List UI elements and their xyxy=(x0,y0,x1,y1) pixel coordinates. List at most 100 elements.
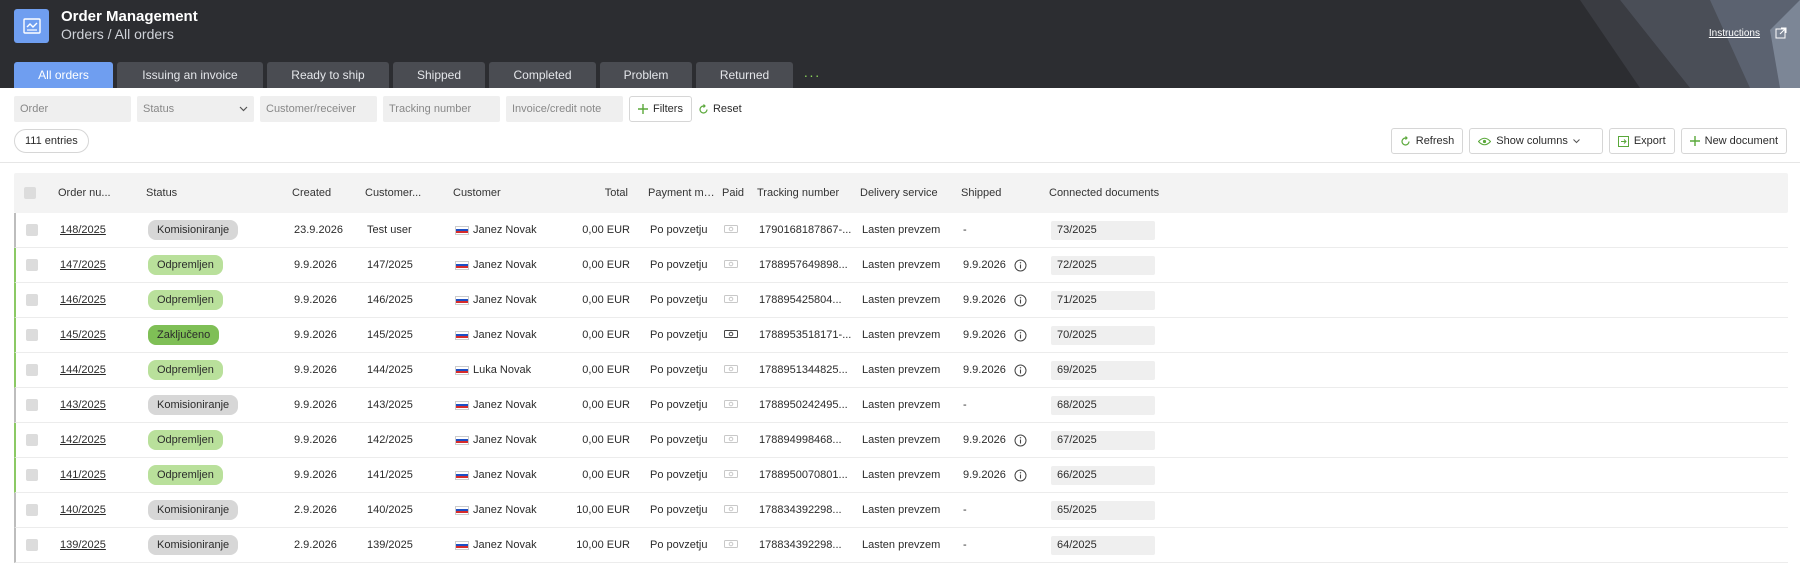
unpaid-money-icon[interactable] xyxy=(724,504,738,514)
table-row[interactable]: 141/2025 Odpremljen 9.9.2026 141/2025 Janez … xyxy=(14,458,1788,493)
column-header-payment[interactable]: Payment me... xyxy=(628,187,716,199)
tab-all-orders[interactable]: All orders xyxy=(14,62,113,88)
status-filter-select[interactable]: Status xyxy=(137,96,254,122)
order-number-link[interactable]: 142/2025 xyxy=(60,434,106,446)
order-number-link[interactable]: 147/2025 xyxy=(60,259,106,271)
table-row[interactable]: 147/2025 Odpremljen 9.9.2026 147/2025 Janez … xyxy=(14,248,1788,283)
tracking-number: 178834392298... xyxy=(759,539,842,551)
status-badge: Odpremljen xyxy=(148,255,223,275)
order-number-link[interactable]: 146/2025 xyxy=(60,294,106,306)
connected-document-link[interactable]: 71/2025 xyxy=(1051,290,1155,310)
table-row[interactable]: 148/2025 Komisioniranje 23.9.2026 Test user… xyxy=(14,213,1788,248)
delivery-service: Lasten prevzem xyxy=(862,434,941,446)
column-header-paid[interactable]: Paid xyxy=(716,187,757,199)
order-number-link[interactable]: 139/2025 xyxy=(60,539,106,551)
tab-ready-to-ship[interactable]: Ready to ship xyxy=(267,62,389,88)
order-number-link[interactable]: 145/2025 xyxy=(60,329,106,341)
table-row[interactable]: 144/2025 Odpremljen 9.9.2026 144/2025 Luka N… xyxy=(14,353,1788,388)
order-number-link[interactable]: 140/2025 xyxy=(60,504,106,516)
connected-document-link[interactable]: 72/2025 xyxy=(1051,255,1155,275)
instructions-link[interactable]: Instructions xyxy=(1709,28,1760,39)
order-number-link[interactable]: 141/2025 xyxy=(60,469,106,481)
tab-shipped[interactable]: Shipped xyxy=(393,62,485,88)
row-checkbox[interactable] xyxy=(16,329,60,341)
info-icon[interactable] xyxy=(1014,259,1027,272)
shipped-date: - xyxy=(963,539,967,551)
column-header-status[interactable]: Status xyxy=(146,187,292,199)
unpaid-money-icon[interactable] xyxy=(724,434,738,444)
order-management-logo-icon xyxy=(14,9,49,43)
tab-completed[interactable]: Completed xyxy=(489,62,596,88)
row-checkbox[interactable] xyxy=(16,259,60,271)
connected-document-link[interactable]: 65/2025 xyxy=(1051,500,1155,520)
table-row[interactable]: 140/2025 Komisioniranje 2.9.2026 140/2025 Ja… xyxy=(14,493,1788,528)
table-row[interactable]: 145/2025 Zaključeno 9.9.2026 145/2025 Janez … xyxy=(14,318,1788,353)
table-row[interactable]: 146/2025 Odpremljen 9.9.2026 146/2025 Janez … xyxy=(14,283,1788,318)
customer-filter-input[interactable]: Customer/receiver xyxy=(260,96,377,122)
connected-document-link[interactable]: 66/2025 xyxy=(1051,465,1155,485)
refresh-button[interactable]: Refresh xyxy=(1390,128,1464,154)
row-checkbox[interactable] xyxy=(16,469,60,481)
invoice-filter-input[interactable]: Invoice/credit note xyxy=(506,96,623,122)
show-columns-button[interactable]: Show columns xyxy=(1469,128,1603,154)
column-header-connected-documents[interactable]: Connected documents xyxy=(1049,187,1189,199)
info-icon[interactable] xyxy=(1014,329,1027,342)
unpaid-money-icon[interactable] xyxy=(724,259,738,269)
row-checkbox[interactable] xyxy=(16,224,60,236)
column-header-customer-ref[interactable]: Customer... xyxy=(365,187,453,199)
row-checkbox[interactable] xyxy=(16,434,60,446)
customer-reference: 147/2025 xyxy=(367,259,413,271)
tab-problem[interactable]: Problem xyxy=(600,62,692,88)
column-header-delivery[interactable]: Delivery service xyxy=(860,187,961,199)
unpaid-money-icon[interactable] xyxy=(724,364,738,374)
unpaid-money-icon[interactable] xyxy=(724,399,738,409)
info-icon[interactable] xyxy=(1014,469,1027,482)
connected-document-link[interactable]: 64/2025 xyxy=(1051,535,1155,555)
order-number-link[interactable]: 144/2025 xyxy=(60,364,106,376)
payment-method: Po povzetju xyxy=(650,539,708,551)
row-checkbox[interactable] xyxy=(16,399,60,411)
table-row[interactable]: 142/2025 Odpremljen 9.9.2026 142/2025 Janez … xyxy=(14,423,1788,458)
tracking-filter-input[interactable]: Tracking number xyxy=(383,96,500,122)
row-checkbox[interactable] xyxy=(16,504,60,516)
connected-document-link[interactable]: 73/2025 xyxy=(1051,220,1155,240)
column-header-order[interactable]: Order nu... xyxy=(58,187,146,199)
connected-document-link[interactable]: 70/2025 xyxy=(1051,325,1155,345)
export-button[interactable]: Export xyxy=(1608,128,1675,154)
more-tabs-icon[interactable]: ··· xyxy=(797,62,827,88)
info-icon[interactable] xyxy=(1014,294,1027,307)
column-header-tracking[interactable]: Tracking number xyxy=(757,187,860,199)
external-link-icon[interactable] xyxy=(1775,27,1787,39)
unpaid-money-icon[interactable] xyxy=(724,294,738,304)
customer-reference: 142/2025 xyxy=(367,434,413,446)
paid-money-icon[interactable] xyxy=(724,329,738,339)
table-row[interactable]: 143/2025 Komisioniranje 9.9.2026 143/2025 Ja… xyxy=(14,388,1788,423)
tab-issuing-an-invoice[interactable]: Issuing an invoice xyxy=(117,62,263,88)
unpaid-money-icon[interactable] xyxy=(724,224,738,234)
slovenia-flag-icon xyxy=(455,505,469,515)
tracking-number: 1788957649898... xyxy=(759,259,848,271)
column-header-customer[interactable]: Customer xyxy=(453,187,558,199)
column-header-created[interactable]: Created xyxy=(292,187,365,199)
column-header-shipped[interactable]: Shipped xyxy=(961,187,1049,199)
connected-document-link[interactable]: 67/2025 xyxy=(1051,430,1155,450)
tab-returned[interactable]: Returned xyxy=(696,62,793,88)
table-row[interactable]: 139/2025 Komisioniranje 2.9.2026 139/2025 Ja… xyxy=(14,528,1788,563)
filters-button[interactable]: Filters xyxy=(629,96,692,122)
row-checkbox[interactable] xyxy=(16,539,60,551)
row-checkbox[interactable] xyxy=(16,364,60,376)
unpaid-money-icon[interactable] xyxy=(724,469,738,479)
new-document-button[interactable]: New document xyxy=(1680,128,1787,154)
info-icon[interactable] xyxy=(1014,364,1027,377)
select-all-checkbox[interactable] xyxy=(14,187,58,199)
info-icon[interactable] xyxy=(1014,434,1027,447)
reset-button[interactable]: Reset xyxy=(698,103,742,115)
column-header-total[interactable]: Total xyxy=(558,187,628,199)
order-number-link[interactable]: 143/2025 xyxy=(60,399,106,411)
order-number-link[interactable]: 148/2025 xyxy=(60,224,106,236)
connected-document-link[interactable]: 68/2025 xyxy=(1051,395,1155,415)
connected-document-link[interactable]: 69/2025 xyxy=(1051,360,1155,380)
order-filter-input[interactable]: Order xyxy=(14,96,131,122)
row-checkbox[interactable] xyxy=(16,294,60,306)
unpaid-money-icon[interactable] xyxy=(724,539,738,549)
